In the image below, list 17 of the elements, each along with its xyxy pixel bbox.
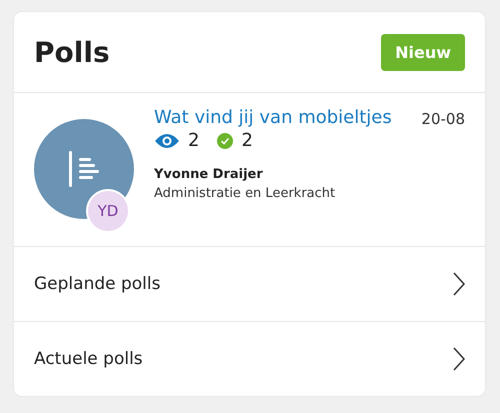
chevron-right-icon [453,272,465,296]
check-icon [217,132,234,148]
view-count: 2 [188,130,200,151]
link-label: Actuele polls [34,349,143,369]
list-icon [69,151,99,187]
poll-list-link[interactable]: Geplande polls [14,247,485,322]
author-role: Administratie en Leerkracht [154,186,336,201]
poll-title-link[interactable]: Wat vind jij van mobieltjes [154,107,392,128]
eye-icon [154,132,180,148]
poll-list-link[interactable]: Actuele polls [14,322,485,396]
link-label: Geplande polls [34,274,160,294]
poll-date: 20-08 [421,110,465,128]
author-name: Yvonne Draijer [154,167,264,182]
card-title: Polls [34,36,110,68]
initials-avatar: YD [86,189,130,233]
chevron-right-icon [453,347,465,371]
answer-count: 2 [241,130,253,151]
